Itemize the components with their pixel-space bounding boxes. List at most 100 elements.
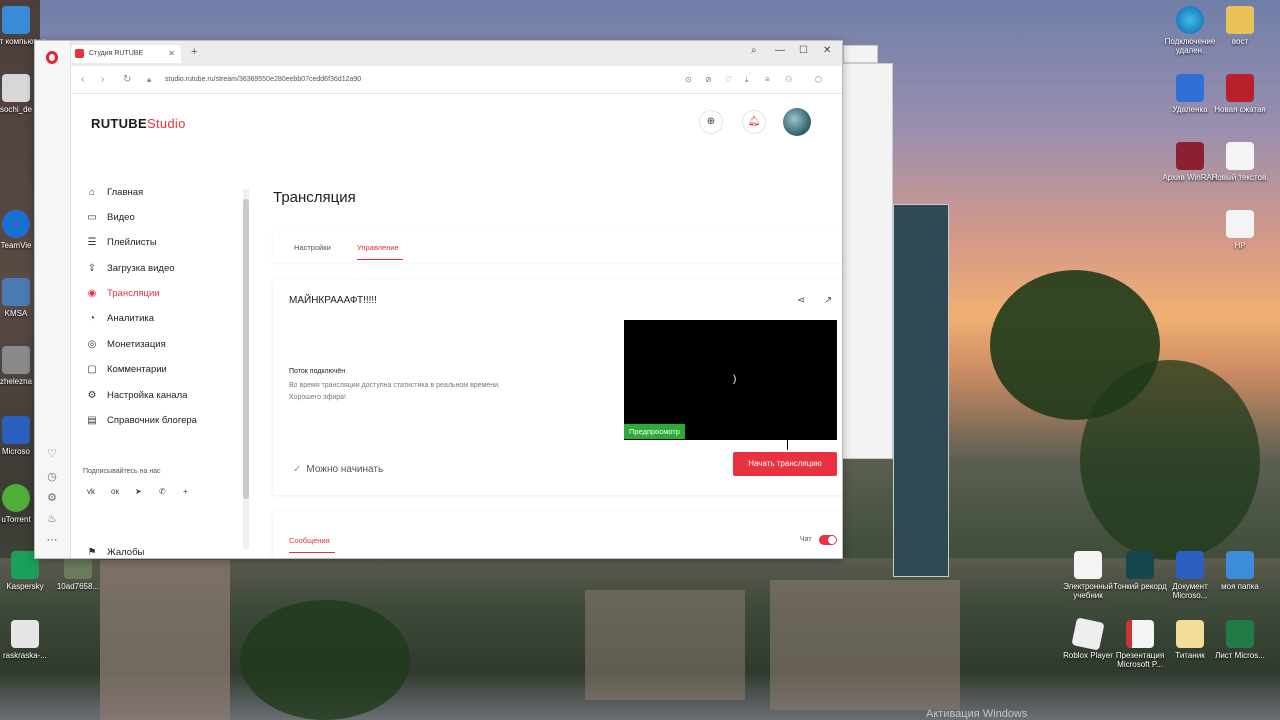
desktop-icon-label: Roblox Player xyxy=(1063,651,1113,660)
notification-bell-icon[interactable]: 🔔︎ xyxy=(742,110,766,134)
share-icon[interactable]: ⋖ xyxy=(797,295,805,306)
sidebar-item-blogger-guide[interactable]: ▤ Справочник блогера xyxy=(85,411,197,431)
loading-spinner-icon: ) xyxy=(733,374,737,385)
menu-icon[interactable]: ≡ xyxy=(765,75,770,84)
extension-icon[interactable]: ⬡ xyxy=(815,75,822,84)
url-field[interactable]: studio.rutube.ru/stream/36369550e280eebb… xyxy=(165,76,361,83)
edge-icon xyxy=(1176,6,1204,34)
tab-messages[interactable]: Сообщения xyxy=(289,536,330,545)
start-stream-button[interactable]: Начать трансляцию xyxy=(733,452,837,476)
sidebar-item-streams[interactable]: ◉ Трансляции xyxy=(85,284,160,304)
file-icon xyxy=(2,74,30,102)
add-content-icon[interactable]: ⊕ xyxy=(699,110,723,134)
desktop-icon[interactable]: Новая сжатая xyxy=(1210,74,1270,114)
desktop-icon[interactable]: НР xyxy=(1210,210,1270,250)
avatar[interactable] xyxy=(783,108,811,136)
maximize-icon[interactable]: ☐ xyxy=(799,45,808,56)
more-icon[interactable]: ⋯ xyxy=(46,534,58,546)
tree xyxy=(240,600,410,720)
search-tabs-icon[interactable]: ⌕ xyxy=(751,45,757,56)
new-tab-icon[interactable]: + xyxy=(191,46,197,58)
sidebar-item-home[interactable]: ⌂ Главная xyxy=(85,183,143,203)
roblox-icon xyxy=(1071,617,1105,651)
stream-title: МАЙНКРАААФТ!!!!! xyxy=(289,295,377,306)
desktop-icon-label: вост xyxy=(1231,37,1249,46)
tab-settings[interactable]: Настройки xyxy=(294,243,331,252)
back-icon[interactable]: ‹ xyxy=(81,74,84,85)
sidebar-item-comments[interactable]: ▢ Комментарии xyxy=(85,360,167,380)
check-icon: ✓ xyxy=(293,464,302,475)
desktop-icon[interactable]: raskraska-... xyxy=(0,620,55,660)
desktop-icon[interactable]: моя папка xyxy=(1210,551,1270,591)
rutube-studio-logo[interactable]: RUTUBEStudio xyxy=(91,116,186,131)
status-text-line: Во время трансляции доступна статистика … xyxy=(289,382,500,389)
ok-icon[interactable]: ок xyxy=(111,487,119,496)
broadcast-icon: ◉ xyxy=(87,288,97,299)
desktop-icon-label: Титаник xyxy=(1175,651,1205,660)
logo-main: RUTUBE xyxy=(91,116,147,131)
stream-preview[interactable]: ) xyxy=(624,320,837,440)
heart-icon[interactable]: ♡ xyxy=(725,75,732,84)
desktop-icon-label: НР xyxy=(1234,241,1246,250)
desktop-icon-label: Новая сжатая xyxy=(1214,105,1266,114)
sidebar-item-complaints[interactable]: ⚑ Жалобы xyxy=(85,543,145,558)
background-window[interactable] xyxy=(840,63,893,459)
reload-icon[interactable]: ↻ xyxy=(123,74,131,85)
sidebar-item-playlists[interactable]: ☰ Плейлисты xyxy=(85,233,157,253)
history-icon[interactable]: ◷ xyxy=(46,471,58,483)
background-window[interactable] xyxy=(893,204,949,577)
add-social-icon[interactable]: + xyxy=(183,487,188,496)
close-tab-icon[interactable]: ✕ xyxy=(168,49,175,58)
address-bar: ‹ › ↻ 🔒︎ studio.rutube.ru/stream/3636955… xyxy=(71,66,842,94)
external-link-icon[interactable]: ↗ xyxy=(824,295,832,306)
sidebar-item-upload[interactable]: ⇪ Загрузка видео xyxy=(85,259,175,279)
desktop-icon[interactable]: Новый текстов. xyxy=(1210,142,1270,182)
forward-icon[interactable]: › xyxy=(101,74,104,85)
desktop-icon[interactable]: Roblox Player xyxy=(1058,617,1118,660)
vk-icon[interactable]: vk xyxy=(87,487,95,496)
desktop-icon[interactable]: вост xyxy=(1210,6,1270,46)
sidebar-item-video[interactable]: ▭ Видео xyxy=(85,208,135,228)
file-icon xyxy=(1226,210,1254,238)
teamviewer-icon xyxy=(2,210,30,238)
active-tab-underline xyxy=(289,552,335,553)
desktop-icon[interactable]: Лист Micros... xyxy=(1210,620,1270,660)
download-icon[interactable]: ⤓ xyxy=(745,75,749,85)
preview-badge: Предпросмотр xyxy=(624,424,685,439)
tab-title: Студия RUTUBE xyxy=(89,50,144,57)
desktop-icon[interactable]: Электронный учебник xyxy=(1058,551,1118,600)
close-window-icon[interactable]: ✕ xyxy=(823,45,831,56)
chat-toggle[interactable] xyxy=(819,535,837,545)
sidebar-scrollbar[interactable] xyxy=(243,189,249,549)
tab-management[interactable]: Управление xyxy=(357,243,399,252)
heart-icon[interactable]: ♡ xyxy=(46,448,58,460)
building xyxy=(770,580,960,710)
book-icon: ▤ xyxy=(87,415,97,426)
lock-icon: 🔒︎ xyxy=(147,75,152,84)
powerpoint-icon xyxy=(1126,620,1154,648)
excel-icon xyxy=(1226,620,1254,648)
desktop-icon-label: raskraska-... xyxy=(2,651,47,660)
recorder-icon xyxy=(1126,551,1154,579)
desktop-icon-label: моя папка xyxy=(1221,582,1259,591)
sidebar-item-monetization[interactable]: ◎ Монетизация xyxy=(85,335,166,355)
upload-icon: ⇪ xyxy=(87,263,97,274)
bulb-icon[interactable]: ♨ xyxy=(46,513,58,525)
scrollbar-thumb[interactable] xyxy=(243,199,249,499)
viber-icon[interactable]: ✆ xyxy=(159,487,166,496)
ready-text: Можно начинать xyxy=(306,464,384,475)
camera-icon[interactable]: ⊙ xyxy=(685,75,692,84)
stream-tabs: Настройки Управление xyxy=(273,232,842,262)
settings-icon[interactable]: ⚙ xyxy=(46,492,58,504)
opera-logo-icon[interactable] xyxy=(46,51,58,64)
background-window-titlebar[interactable] xyxy=(843,45,878,63)
profile-icon[interactable]: ⚇ xyxy=(785,75,792,84)
minimize-icon[interactable]: — xyxy=(775,45,785,56)
sidebar-item-channel-settings[interactable]: ⚙ Настройка канала xyxy=(85,386,188,406)
telegram-icon[interactable]: ➤ xyxy=(135,487,142,496)
status-text-line: Хорошего эфира! xyxy=(289,394,346,401)
sidebar-item-analytics[interactable]: ◔ Аналитика xyxy=(85,309,154,329)
sidebar-item-label: Главная xyxy=(107,187,144,198)
browser-tab[interactable]: Студия RUTUBE ✕ xyxy=(71,45,181,63)
shield-icon[interactable]: ⊘ xyxy=(705,75,712,84)
